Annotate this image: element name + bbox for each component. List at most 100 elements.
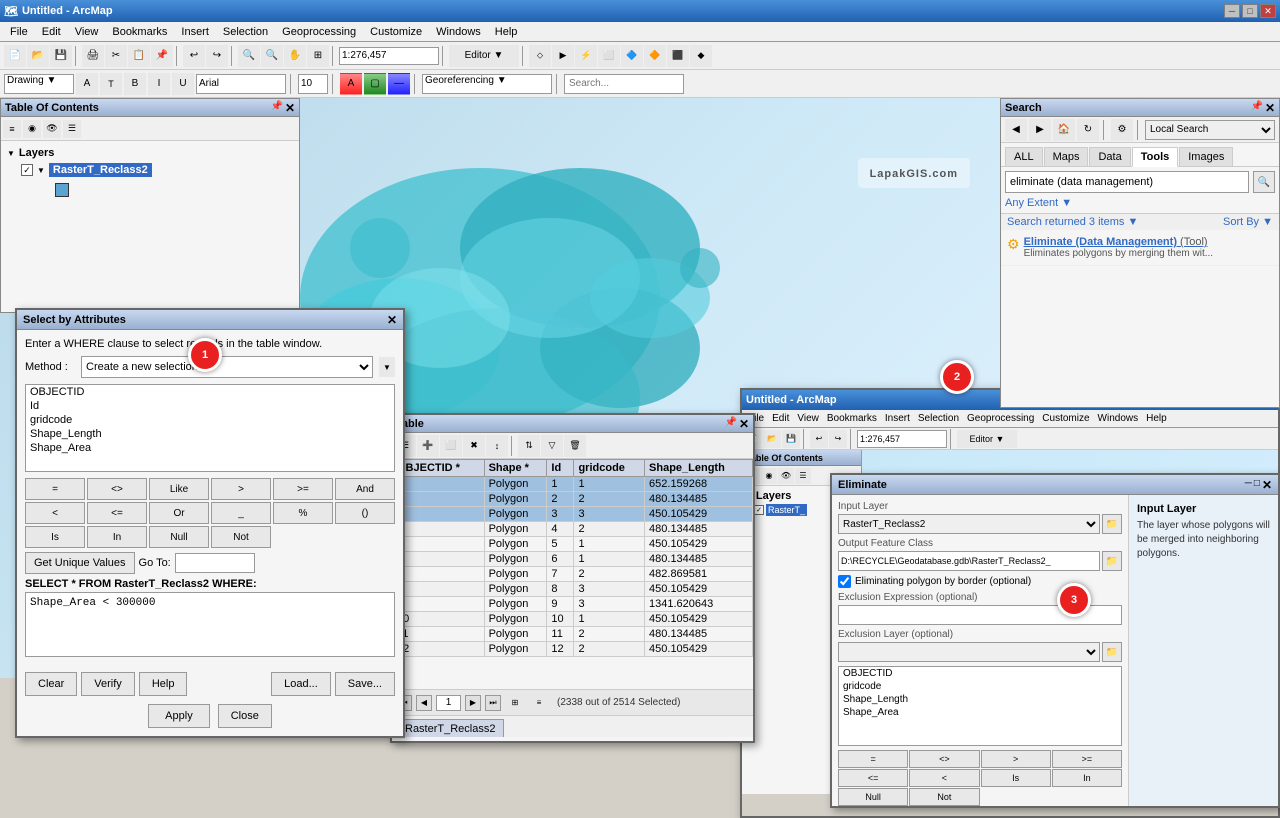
menu-help[interactable]: Help xyxy=(489,24,524,40)
tbl-add-btn[interactable]: ➕ xyxy=(417,435,439,457)
field-gridcode[interactable]: gridcode xyxy=(26,413,394,427)
tbl-delete-btn[interactable]: 🗑 xyxy=(564,435,586,457)
load-btn[interactable]: Load... xyxy=(271,672,331,696)
search-close-btn[interactable]: ✕ xyxy=(1265,101,1275,115)
elim-op-not[interactable]: Not xyxy=(909,788,979,806)
elim-op-lt[interactable]: < xyxy=(909,769,979,787)
layer-expand-icon[interactable]: ▼ xyxy=(37,166,45,175)
close-btn[interactable]: ✕ xyxy=(1260,4,1276,18)
op-gt[interactable]: > xyxy=(211,478,271,500)
tb-extra2[interactable]: ▶ xyxy=(552,45,574,67)
elim-op-eq[interactable]: = xyxy=(838,750,908,768)
op-underscore[interactable]: _ xyxy=(211,502,271,524)
clear-btn[interactable]: Clear xyxy=(25,672,77,696)
fill-color-btn[interactable]: ▢ xyxy=(364,73,386,95)
layers-expand-icon[interactable]: ▼ xyxy=(7,149,15,158)
tb-extra7[interactable]: ⬛ xyxy=(667,45,689,67)
field-shape-area[interactable]: Shape_Area xyxy=(26,441,394,455)
nav-prev[interactable]: ◀ xyxy=(416,695,432,711)
paste-btn[interactable]: 📌 xyxy=(151,45,173,67)
search-back-btn[interactable]: ◀ xyxy=(1005,119,1027,141)
elim-op-gte[interactable]: >= xyxy=(1052,750,1122,768)
output-input[interactable] xyxy=(838,551,1100,571)
table-row[interactable]: 12Polygon122450.105429 xyxy=(393,642,753,657)
restore-btn[interactable]: □ xyxy=(1242,4,1258,18)
op-and[interactable]: And xyxy=(335,478,395,500)
s2-menu-help[interactable]: Help xyxy=(1142,412,1171,425)
font-color-btn[interactable]: A xyxy=(340,73,362,95)
elim-min-btn[interactable]: ─ xyxy=(1245,478,1252,492)
op-lte[interactable]: <= xyxy=(87,502,147,524)
toc-source-btn[interactable]: ◉ xyxy=(23,120,41,138)
page-input[interactable] xyxy=(436,695,461,711)
elim-max-btn[interactable]: □ xyxy=(1254,478,1260,492)
dialog-close-btn[interactable]: Close xyxy=(218,704,272,728)
op-percent[interactable]: % xyxy=(273,502,333,524)
elim-close-btn[interactable]: ✕ xyxy=(1262,478,1272,492)
s2-tb3[interactable]: 💾 xyxy=(782,430,800,448)
menu-customize[interactable]: Customize xyxy=(364,24,428,40)
search-go-btn[interactable]: 🔍 xyxy=(1253,171,1275,193)
table-row[interactable]: 6Polygon61480.134485 xyxy=(393,552,753,567)
field-shape-length[interactable]: Shape_Length xyxy=(26,427,394,441)
table-row[interactable]: 5Polygon51450.105429 xyxy=(393,537,753,552)
op-or[interactable]: Or xyxy=(149,502,209,524)
menu-insert[interactable]: Insert xyxy=(175,24,215,40)
search-query-input[interactable] xyxy=(1005,171,1249,193)
cat-data[interactable]: Data xyxy=(1089,147,1130,166)
redo-btn[interactable]: ↪ xyxy=(206,45,228,67)
undo-btn[interactable]: ↩ xyxy=(183,45,205,67)
search-pin-btn[interactable]: 📌 xyxy=(1250,101,1262,115)
cut-btn[interactable]: ✂ xyxy=(105,45,127,67)
local-search-select[interactable]: Local Search xyxy=(1145,120,1275,140)
nav-last[interactable]: ⏭ xyxy=(485,695,501,711)
result-0-title[interactable]: Eliminate (Data Management) (Tool) xyxy=(1024,236,1214,248)
search-forward-btn[interactable]: ▶ xyxy=(1029,119,1051,141)
draw-btn1[interactable]: A xyxy=(76,73,98,95)
table-row[interactable]: 4Polygon42480.134485 xyxy=(393,522,753,537)
method-dropdown-btn[interactable]: ▼ xyxy=(379,357,395,377)
elim-folder-btn1[interactable]: 📁 xyxy=(1102,514,1122,534)
new-btn[interactable]: 📄 xyxy=(4,45,26,67)
op-like[interactable]: Like xyxy=(149,478,209,500)
drawing-dropdown[interactable]: Drawing ▼ xyxy=(4,74,74,94)
s2-toc-btn4[interactable]: ☰ xyxy=(795,468,811,484)
op-null[interactable]: Null xyxy=(149,526,209,548)
coordinate-input[interactable] xyxy=(339,47,439,65)
search-input-toolbar[interactable] xyxy=(564,74,684,94)
layer-checkbox[interactable] xyxy=(21,164,33,176)
tbl-filter-btn[interactable]: ▽ xyxy=(541,435,563,457)
s2-layer-name[interactable]: RasterT_ xyxy=(766,504,807,516)
table-row[interactable]: 9Polygon931341.620643 xyxy=(393,597,753,612)
cat-tools[interactable]: Tools xyxy=(1132,147,1179,167)
s2-menu-geoprocessing[interactable]: Geoprocessing xyxy=(963,412,1038,425)
pan-btn[interactable]: ✋ xyxy=(284,45,306,67)
elim-op-lte[interactable]: <= xyxy=(838,769,908,787)
s2-checkbox[interactable]: ✓ xyxy=(754,505,764,515)
elim-field-gridcode[interactable]: gridcode xyxy=(839,680,1121,693)
line-color-btn[interactable]: — xyxy=(388,73,410,95)
table-tab-0[interactable]: RasterT_Reclass2 xyxy=(396,719,504,737)
op-parens[interactable]: () xyxy=(335,502,395,524)
save-btn[interactable]: 💾 xyxy=(50,45,72,67)
elim-folder-btn2[interactable]: 📁 xyxy=(1102,551,1122,571)
exclusion-layer-select[interactable] xyxy=(838,642,1100,662)
elim-op-neq[interactable]: <> xyxy=(909,750,979,768)
menu-windows[interactable]: Windows xyxy=(430,24,487,40)
table-row[interactable]: 7Polygon72482.869581 xyxy=(393,567,753,582)
menu-bookmarks[interactable]: Bookmarks xyxy=(106,24,173,40)
s2-tb2[interactable]: 📂 xyxy=(763,430,781,448)
s2-tb5[interactable]: ↪ xyxy=(829,430,847,448)
tb-extra5[interactable]: 🔷 xyxy=(621,45,643,67)
elim-field-objectid[interactable]: OBJECTID xyxy=(839,667,1121,680)
get-unique-btn[interactable]: Get Unique Values xyxy=(25,552,135,574)
op-not[interactable]: Not xyxy=(211,526,271,548)
s2-menu-selection[interactable]: Selection xyxy=(914,412,963,425)
zoom-in-btn[interactable]: 🔍 xyxy=(238,45,260,67)
field-objectid[interactable]: OBJECTID xyxy=(26,385,394,399)
s2-menu-customize[interactable]: Customize xyxy=(1038,412,1093,425)
input-layer-select[interactable]: RasterT_Reclass2 xyxy=(838,514,1100,534)
s2-menu-windows[interactable]: Windows xyxy=(1094,412,1143,425)
s2-coordinate-input[interactable] xyxy=(857,430,947,448)
elim-op-null[interactable]: Null xyxy=(838,788,908,806)
